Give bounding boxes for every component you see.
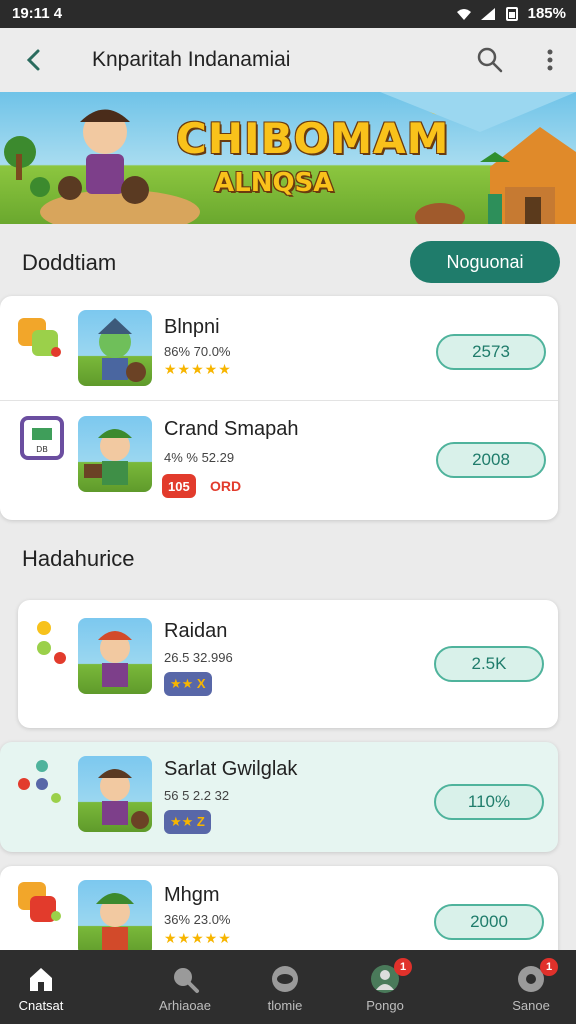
promo-banner[interactable]: CHIBOMAM ALNQSA [0,92,576,224]
section-title-2: Hadahurice [22,546,135,571]
app-list-card-1: Blnpni 86% 70.0% ★★★★★ 2573 DB Crand Sma… [0,296,558,520]
section-action-button[interactable]: Noguonai [410,241,560,283]
app-name: Blnpni [164,316,220,338]
home-icon [30,968,52,991]
game-badge-icon [37,621,66,664]
app-action-button[interactable]: 2.5K [434,646,544,682]
nav-label: Sanoe [512,998,550,1013]
more-vert-icon[interactable] [542,44,558,76]
app-meta: 86% 70.0% [164,344,231,359]
discount-label: ORD [210,478,242,494]
app-thumbnail [78,618,152,694]
game-badge-icon [18,882,61,922]
nav-item-games[interactable]: tlomie [230,950,340,1024]
app-name: Crand Smapah [164,418,299,440]
nav-label: Cnatsat [18,998,64,1013]
game-badge-icon [18,760,61,803]
discount-badge: 105 [162,474,196,498]
list-item[interactable]: DB Crand Smapah 4% % 52.29 105 ORD 2008 [0,406,558,516]
app-action-button[interactable]: 110% [434,784,544,820]
app-name: Sarlat Gwilglak [164,758,298,780]
app-action-button[interactable]: 2573 [436,334,546,370]
svg-text:DB: DB [36,445,48,454]
app-name: Mhgm [164,884,220,906]
app-thumbnail [78,416,152,492]
rating-stars: ★★★★★ [164,930,232,946]
banner-title: CHIBOMAM [176,114,450,163]
app-meta: 36% 23.0% [164,912,231,927]
app-meta: 56 5 2.2 32 [164,788,230,803]
app-thumbnail [78,310,152,386]
back-arrow-icon [26,49,40,71]
app-name: Raidan [164,620,228,642]
back-button[interactable] [18,44,50,76]
app-store-badge-icon: DB [20,416,64,460]
game-badge-icon [18,318,61,357]
notification-badge: 1 [540,958,558,976]
list-item[interactable]: Blnpni 86% 70.0% ★★★★★ 2573 [0,296,558,406]
nav-label: tlomie [267,998,303,1013]
battery-percent: 185% [527,5,566,22]
app-action-button[interactable]: 2008 [436,442,546,478]
app-card[interactable]: Sarlat Gwilglak 56 5 2.2 32 ★★ Z 110% [0,742,558,852]
nav-item-search[interactable]: Arhiaoae [130,950,240,1024]
bottom-navigation: Cnatsat Arhiaoae tlomie 1 Pongo 1 Sanoe [0,950,576,1024]
app-meta: 4% % 52.29 [164,450,235,465]
divider [0,400,558,401]
nav-item-home[interactable]: Cnatsat [0,950,96,1024]
app-meta: 26.5 32.996 [164,650,233,665]
status-bar: 19:11 4 185% [0,0,576,28]
signal-icon [480,7,495,20]
app-thumbnail [78,756,152,832]
nav-label: Pongo [366,998,404,1013]
nav-item-profile[interactable]: 1 Pongo [330,950,440,1024]
status-icons: 185% [456,5,566,22]
nav-item-settings[interactable]: 1 Sanoe [476,950,576,1024]
search-icon [174,968,199,993]
wifi-icon [456,8,471,20]
notification-badge: 1 [394,958,412,976]
section-title-1: Doddtiam [22,250,117,275]
page-title: Knparitah Indanamiai [92,48,291,71]
search-icon[interactable] [474,44,506,76]
gamepad-icon [272,966,298,992]
app-bar: Knparitah Indanamiai [0,28,576,92]
battery-icon [505,6,518,21]
reward-badge: ★★ Z [164,810,211,834]
rating-stars: ★★★★★ [164,361,232,377]
nav-label: Arhiaoae [158,998,212,1013]
app-thumbnail [78,880,152,956]
reward-badge: ★★ X [164,672,212,696]
banner-subtitle: ALNQSA [214,168,334,198]
app-card[interactable]: Raidan 26.5 32.996 ★★ X 2.5K [18,600,558,728]
status-time: 19:11 4 [12,5,63,22]
app-action-button[interactable]: 2000 [434,904,544,940]
